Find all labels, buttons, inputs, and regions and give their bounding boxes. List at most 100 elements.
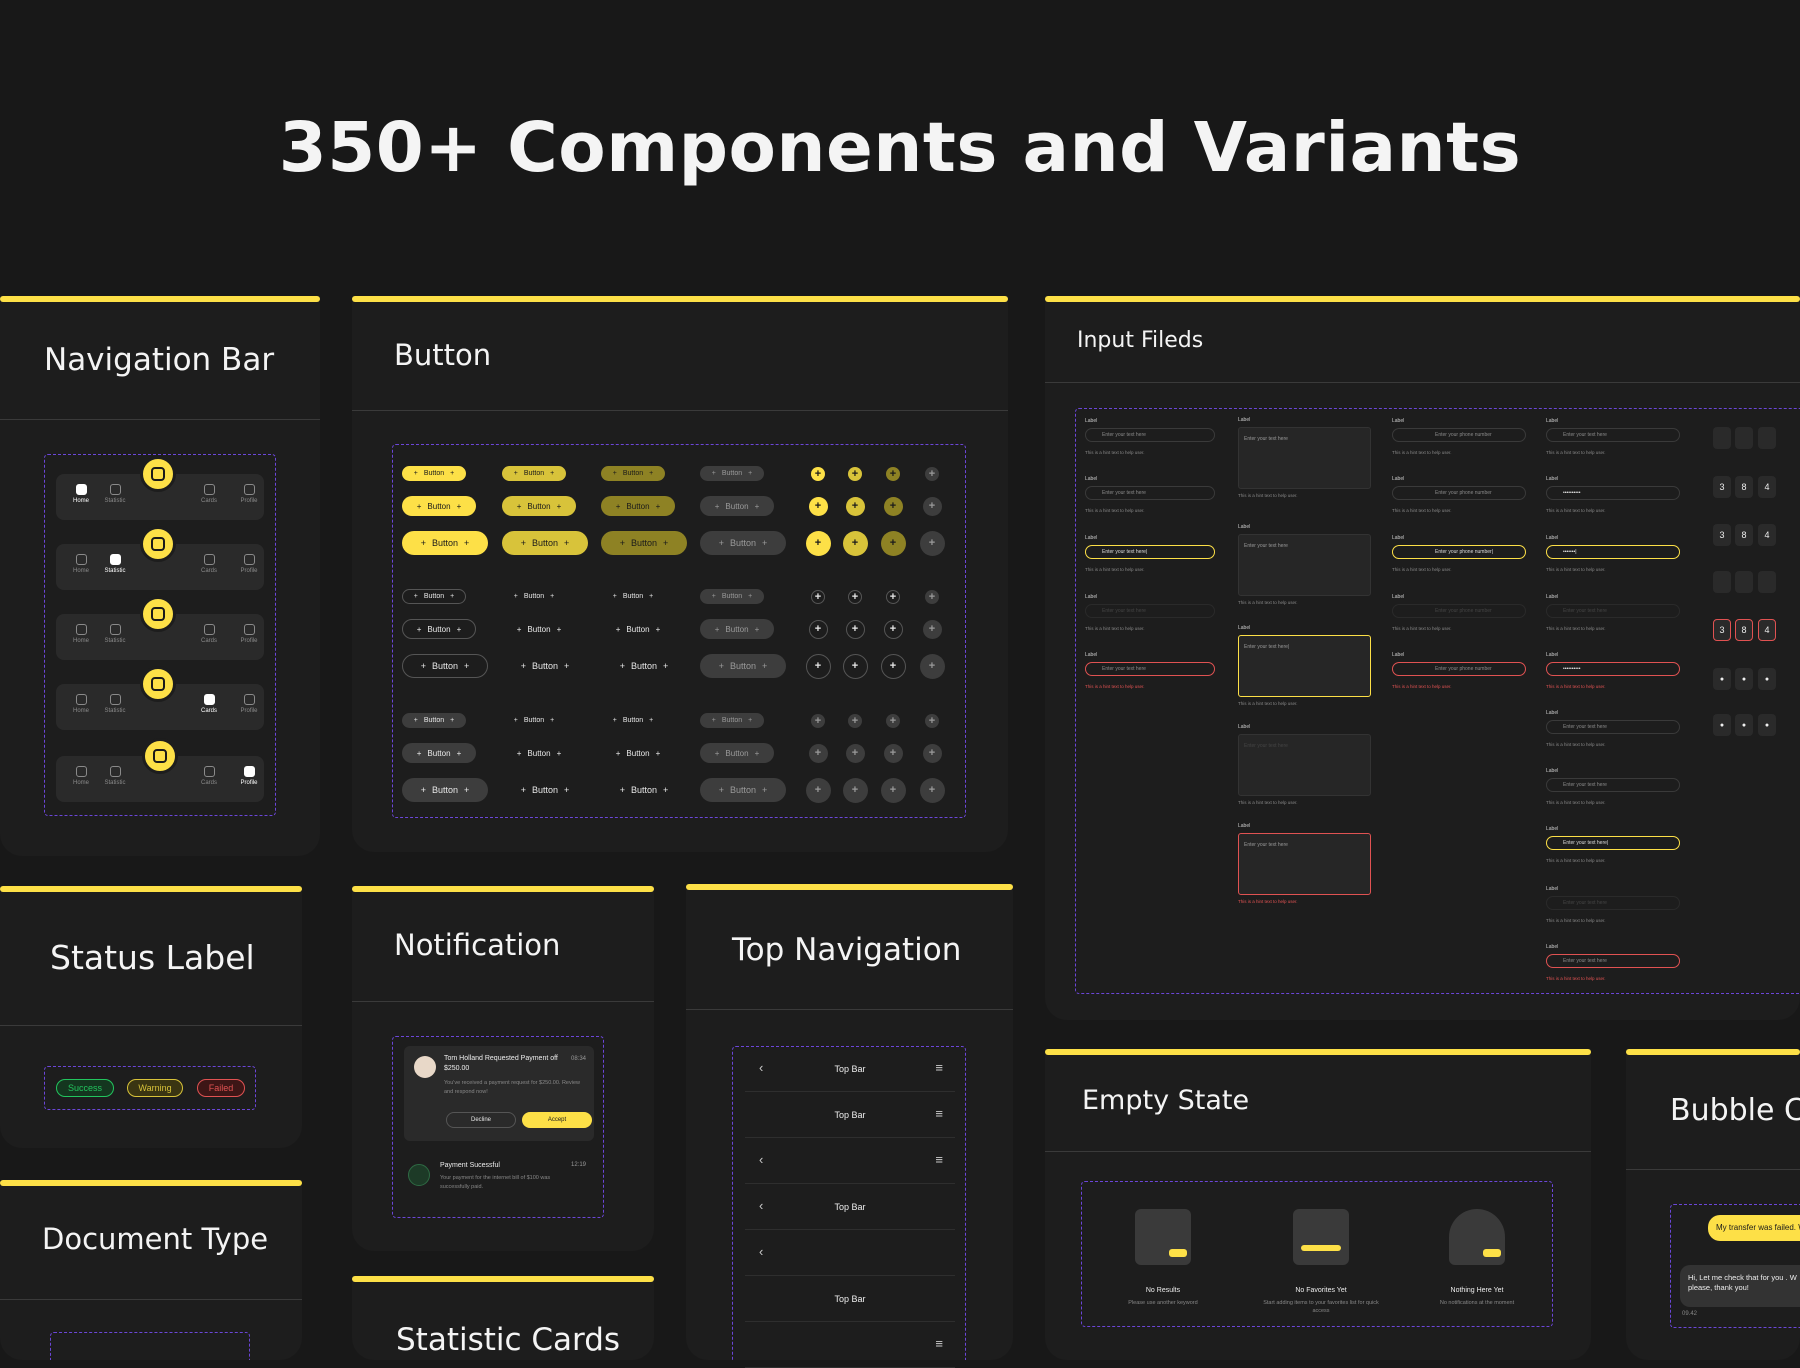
button-variant[interactable]: + Button +: [402, 654, 488, 678]
icon-button-plus[interactable]: +: [925, 589, 939, 604]
button-variant[interactable]: + Button +: [700, 654, 786, 678]
menu-icon[interactable]: ≡: [935, 1336, 943, 1351]
phone-input[interactable]: Enter your phone number|: [1392, 545, 1526, 559]
button-variant[interactable]: + Button +: [700, 589, 764, 604]
icon-button-plus[interactable]: +: [805, 653, 831, 679]
accept-button[interactable]: Accept: [522, 1112, 592, 1128]
icon-button-plus[interactable]: +: [886, 466, 900, 481]
button-variant[interactable]: + Button +: [402, 531, 488, 555]
password-input[interactable]: ••••••••••: [1546, 662, 1680, 676]
password-input[interactable]: •••••••|: [1546, 545, 1680, 559]
nav-item-profile[interactable]: Profile: [234, 624, 264, 644]
icon-button-plus[interactable]: +: [922, 496, 942, 516]
icon-button-plus[interactable]: +: [845, 496, 865, 516]
text-input[interactable]: Enter your text here|: [1085, 545, 1215, 559]
button-variant[interactable]: + Button +: [502, 466, 566, 481]
button-variant[interactable]: + Button +: [700, 619, 774, 639]
nav-item-cards[interactable]: Cards: [194, 766, 224, 786]
otp-digit[interactable]: 8: [1735, 524, 1753, 546]
icon-button-plus[interactable]: +: [845, 619, 865, 639]
password-input[interactable]: ••••••••••: [1546, 486, 1680, 500]
nav-item-home[interactable]: Home: [66, 484, 96, 504]
icon-button-plus[interactable]: +: [925, 713, 939, 728]
textarea[interactable]: Enter your text here: [1238, 833, 1371, 895]
otp-digit[interactable]: [1735, 571, 1753, 593]
icon-button-plus[interactable]: +: [883, 743, 903, 763]
icon-button-plus[interactable]: +: [805, 530, 831, 556]
icon-button-plus[interactable]: +: [880, 653, 906, 679]
icon-button-plus[interactable]: +: [848, 713, 862, 728]
icon-button-plus[interactable]: +: [845, 743, 865, 763]
nav-item-home[interactable]: Home: [66, 766, 96, 786]
icon-button-plus[interactable]: +: [886, 589, 900, 604]
textarea[interactable]: Enter your text here|: [1238, 635, 1371, 697]
button-variant[interactable]: + Button +: [502, 589, 566, 604]
icon-button-plus[interactable]: +: [842, 777, 868, 803]
text-input[interactable]: Enter your text here: [1085, 428, 1215, 442]
icon-button-plus[interactable]: +: [925, 466, 939, 481]
button-variant[interactable]: + Button +: [502, 713, 566, 728]
menu-icon[interactable]: ≡: [935, 1060, 943, 1075]
menu-icon[interactable]: ≡: [935, 1152, 943, 1167]
password-input[interactable]: Enter your text here: [1546, 428, 1680, 442]
nav-item-profile[interactable]: Profile: [234, 694, 264, 714]
nav-item-cards[interactable]: Cards: [194, 694, 224, 714]
button-variant[interactable]: + Button +: [502, 743, 576, 763]
icon-button-plus[interactable]: +: [886, 713, 900, 728]
icon-button-plus[interactable]: +: [880, 530, 906, 556]
button-variant[interactable]: + Button +: [402, 466, 466, 481]
icon-button-plus[interactable]: +: [848, 466, 862, 481]
button-variant[interactable]: + Button +: [700, 778, 786, 802]
otp-digit[interactable]: 4: [1758, 619, 1776, 641]
button-variant[interactable]: + Button +: [700, 531, 786, 555]
otp-digit[interactable]: 4: [1758, 524, 1776, 546]
button-variant[interactable]: + Button +: [502, 496, 576, 516]
otp-digit[interactable]: 4: [1758, 476, 1776, 498]
password-input[interactable]: Enter your text here: [1546, 604, 1680, 618]
nav-item-statistic[interactable]: Statistic: [100, 766, 130, 786]
icon-button-plus[interactable]: +: [919, 777, 945, 803]
password-input[interactable]: Enter your text here: [1546, 720, 1680, 734]
otp-digit[interactable]: [1713, 427, 1731, 449]
icon-button-plus[interactable]: +: [811, 466, 825, 481]
icon-button-plus[interactable]: +: [919, 530, 945, 556]
button-variant[interactable]: + Button +: [601, 619, 675, 639]
button-variant[interactable]: + Button +: [402, 589, 466, 604]
nav-item-statistic[interactable]: Statistic: [100, 554, 130, 574]
menu-icon[interactable]: ≡: [935, 1106, 943, 1121]
otp-digit[interactable]: 8: [1735, 619, 1753, 641]
button-variant[interactable]: + Button +: [601, 743, 675, 763]
notification-item[interactable]: Tom Holland Requested Payment off $250.0…: [404, 1046, 594, 1141]
otp-digit[interactable]: [1735, 427, 1753, 449]
scan-fab-button[interactable]: [142, 738, 178, 774]
otp-digit[interactable]: ●: [1735, 668, 1753, 690]
nav-item-cards[interactable]: Cards: [194, 484, 224, 504]
button-variant[interactable]: + Button +: [402, 619, 476, 639]
text-input[interactable]: Enter your text here: [1085, 486, 1215, 500]
scan-fab-button[interactable]: [140, 666, 176, 702]
button-variant[interactable]: + Button +: [601, 654, 687, 678]
password-input[interactable]: Enter your text here|: [1546, 836, 1680, 850]
button-variant[interactable]: + Button +: [700, 713, 764, 728]
otp-digit[interactable]: ●: [1735, 714, 1753, 736]
password-input[interactable]: Enter your text here: [1546, 778, 1680, 792]
textarea[interactable]: Enter your text here: [1238, 734, 1371, 796]
otp-digit[interactable]: ●: [1713, 714, 1731, 736]
otp-digit[interactable]: 3: [1713, 476, 1731, 498]
otp-digit[interactable]: [1758, 427, 1776, 449]
nav-item-statistic[interactable]: Statistic: [100, 484, 130, 504]
text-input[interactable]: Enter your text here: [1085, 662, 1215, 676]
button-variant[interactable]: + Button +: [700, 743, 774, 763]
icon-button-plus[interactable]: +: [880, 777, 906, 803]
otp-digit[interactable]: 8: [1735, 476, 1753, 498]
nav-item-statistic[interactable]: Statistic: [100, 694, 130, 714]
icon-button-plus[interactable]: +: [883, 619, 903, 639]
button-variant[interactable]: + Button +: [502, 531, 588, 555]
button-variant[interactable]: + Button +: [601, 466, 665, 481]
notification-item[interactable]: Payment Sucessful 12:19 Your payment for…: [404, 1154, 594, 1209]
password-input[interactable]: Enter your text here: [1546, 896, 1680, 910]
nav-item-home[interactable]: Home: [66, 554, 96, 574]
nav-item-cards[interactable]: Cards: [194, 624, 224, 644]
icon-button-plus[interactable]: +: [848, 589, 862, 604]
icon-button-plus[interactable]: +: [811, 589, 825, 604]
